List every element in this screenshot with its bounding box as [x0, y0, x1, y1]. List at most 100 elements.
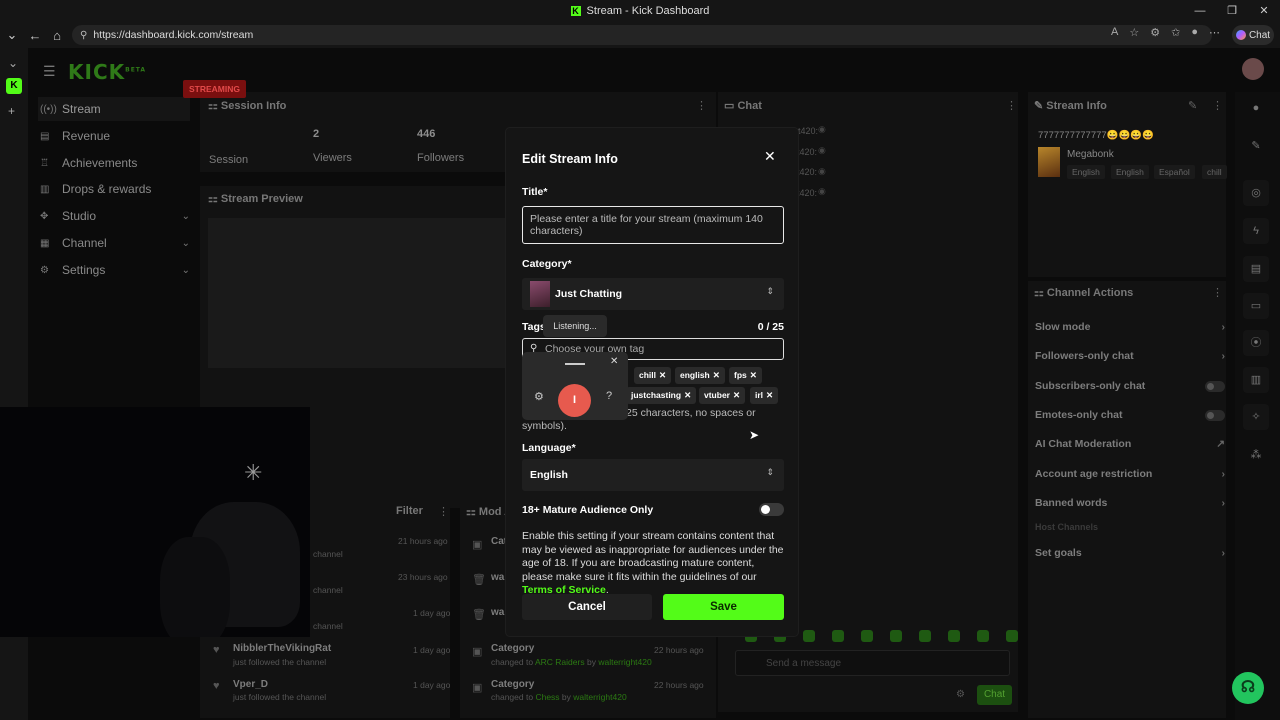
- ai-moderation-action[interactable]: AI Chat Moderation ↗: [1035, 438, 1225, 450]
- profile-icon[interactable]: ●: [1191, 26, 1198, 39]
- chat-bubble-icon[interactable]: ▭: [1243, 293, 1269, 319]
- tab-list-icon[interactable]: ⌄: [0, 24, 24, 46]
- more-icon[interactable]: ⋮: [1212, 286, 1223, 299]
- more-icon[interactable]: ⋮: [696, 99, 707, 112]
- edit-icon[interactable]: ✎: [1188, 99, 1197, 112]
- mature-toggle[interactable]: [759, 503, 784, 516]
- broadcast-icon[interactable]: ⦿: [1243, 330, 1269, 356]
- help-icon[interactable]: ?: [606, 390, 612, 402]
- category-thumbnail: [1038, 147, 1060, 177]
- mod-title: Cat: [491, 536, 508, 547]
- target-icon[interactable]: ◎: [1243, 180, 1269, 206]
- host-channels-action: Host Channels: [1035, 522, 1099, 532]
- info-icon[interactable]: ●: [1243, 95, 1269, 121]
- emote-icon[interactable]: [919, 630, 931, 642]
- emote-icon[interactable]: [832, 630, 844, 642]
- sidebar-item-stream[interactable]: ((•)) Stream: [38, 97, 190, 121]
- tag-suggestion-fps[interactable]: fps ✕: [729, 367, 762, 384]
- read-aloud-icon[interactable]: A: [1111, 26, 1118, 39]
- microphone-button[interactable]: I: [558, 384, 591, 417]
- favorite-icon[interactable]: ☆: [1129, 26, 1139, 39]
- feed-name[interactable]: NibblerTheVikingRat: [233, 643, 331, 654]
- heart-icon: ♥: [213, 680, 220, 692]
- stream-info-panel: [1028, 92, 1226, 277]
- emote-icon: ◉: [818, 145, 826, 155]
- banned-words-action[interactable]: Banned words ›: [1035, 497, 1225, 509]
- account-age-action[interactable]: Account age restriction ›: [1035, 468, 1225, 480]
- tag-suggestion-chill[interactable]: chill ✕: [634, 367, 672, 384]
- more-icon[interactable]: ⋯: [1209, 26, 1220, 39]
- home-icon[interactable]: ⌂: [46, 24, 68, 46]
- new-tab-icon[interactable]: +: [8, 104, 15, 118]
- status-badge: STREAMING: [183, 80, 246, 98]
- site-info-icon[interactable]: ⚲: [80, 30, 87, 41]
- stream-title-input[interactable]: Please enter a title for your stream (ma…: [522, 206, 784, 244]
- subscribers-only-action[interactable]: Subscribers-only chat: [1035, 380, 1225, 392]
- chat-settings-icon[interactable]: ⚙: [956, 689, 965, 700]
- mature-description: Enable this setting if your stream conta…: [522, 530, 784, 596]
- menu-icon[interactable]: ☰: [43, 63, 56, 80]
- set-goals-action[interactable]: Set goals ›: [1035, 547, 1225, 559]
- tag-suggestion-english[interactable]: english ✕: [675, 367, 725, 384]
- tag-suggestion-irl[interactable]: irl ✕: [750, 387, 779, 404]
- bolt-icon[interactable]: ϟ: [1243, 218, 1269, 244]
- kick-tab-icon[interactable]: K: [6, 78, 22, 94]
- close-icon[interactable]: ✕: [764, 148, 776, 165]
- copilot-chat-button[interactable]: Chat: [1232, 25, 1274, 45]
- category-select[interactable]: Just Chatting ⇕: [522, 278, 784, 310]
- filter-label[interactable]: Filter: [396, 505, 423, 517]
- category-label: Category*: [522, 258, 572, 270]
- mod-title: wa: [491, 572, 505, 583]
- tag-chip: chill: [1202, 165, 1227, 179]
- more-icon[interactable]: ⋮: [1212, 99, 1223, 112]
- emote-icon[interactable]: [948, 630, 960, 642]
- stream-preview-video[interactable]: [208, 218, 508, 368]
- wrench-icon[interactable]: ✧: [1243, 404, 1269, 430]
- sidebar-item-channel[interactable]: ▦ Channel ⌄: [38, 231, 190, 255]
- followers-only-action[interactable]: Followers-only chat ›: [1035, 350, 1225, 362]
- tag-suggestion-vtuber[interactable]: vtuber ✕: [699, 387, 746, 404]
- emote-icon[interactable]: [1006, 630, 1018, 642]
- sidebar-item-drops[interactable]: ▥ Drops & rewards: [38, 177, 190, 201]
- emote-icon[interactable]: [977, 630, 989, 642]
- collapse-tabs-icon[interactable]: ⌄: [8, 56, 18, 70]
- support-chat-icon[interactable]: ☊: [1232, 672, 1264, 704]
- url-field[interactable]: ⚲ https://dashboard.kick.com/stream: [72, 25, 1212, 45]
- more-icon[interactable]: ⋮: [438, 505, 449, 518]
- layout-icon[interactable]: ▥: [1243, 367, 1269, 393]
- pencil-icon[interactable]: ✎: [1243, 133, 1269, 159]
- extensions-icon[interactable]: ⚙: [1150, 26, 1160, 39]
- restore-icon[interactable]: ❐: [1216, 0, 1248, 22]
- sidebar-item-settings[interactable]: ⚙ Settings ⌄: [38, 258, 190, 282]
- back-icon[interactable]: ←: [24, 24, 46, 46]
- emote-icon[interactable]: [803, 630, 815, 642]
- close-icon[interactable]: ✕: [610, 356, 618, 367]
- more-icon[interactable]: ⋮: [1006, 99, 1017, 112]
- sidebar-item-revenue[interactable]: ▤ Revenue: [38, 124, 190, 148]
- chat-message-input[interactable]: Send a message: [735, 650, 1010, 676]
- cancel-button[interactable]: Cancel: [522, 594, 652, 620]
- avatar[interactable]: [1242, 58, 1264, 80]
- viewers-stat: 2 Viewers: [313, 128, 352, 164]
- close-window-icon[interactable]: ✕: [1248, 0, 1280, 22]
- clipboard-icon[interactable]: ▤: [1243, 256, 1269, 282]
- slow-mode-action[interactable]: Slow mode ›: [1035, 321, 1225, 333]
- sidebar-item-studio[interactable]: ✥ Studio ⌄: [38, 204, 190, 228]
- emote-icon[interactable]: [861, 630, 873, 642]
- tag-suggestion-justchasting[interactable]: justchasting ✕: [626, 387, 697, 404]
- apps-icon[interactable]: ⁂: [1243, 442, 1269, 468]
- minimize-icon[interactable]: —: [1184, 0, 1216, 22]
- favorites-bar-icon[interactable]: ✩: [1171, 26, 1180, 39]
- language-select[interactable]: English ⇕: [522, 459, 784, 491]
- chat-send-button[interactable]: Chat: [977, 685, 1012, 705]
- emotes-only-action[interactable]: Emotes-only chat: [1035, 409, 1225, 421]
- feed-sub: channel: [313, 621, 343, 631]
- gear-icon[interactable]: ⚙: [534, 390, 544, 403]
- drag-handle[interactable]: [565, 363, 585, 365]
- sidebar-item-achievements[interactable]: ♖ Achievements: [38, 151, 190, 175]
- stream-info-title: ✎ Stream Info: [1034, 100, 1107, 112]
- emote-icon[interactable]: [890, 630, 902, 642]
- save-button[interactable]: Save: [663, 594, 784, 620]
- feed-name[interactable]: Vper_D: [233, 679, 268, 690]
- kick-logo[interactable]: KICKBETA: [68, 60, 146, 84]
